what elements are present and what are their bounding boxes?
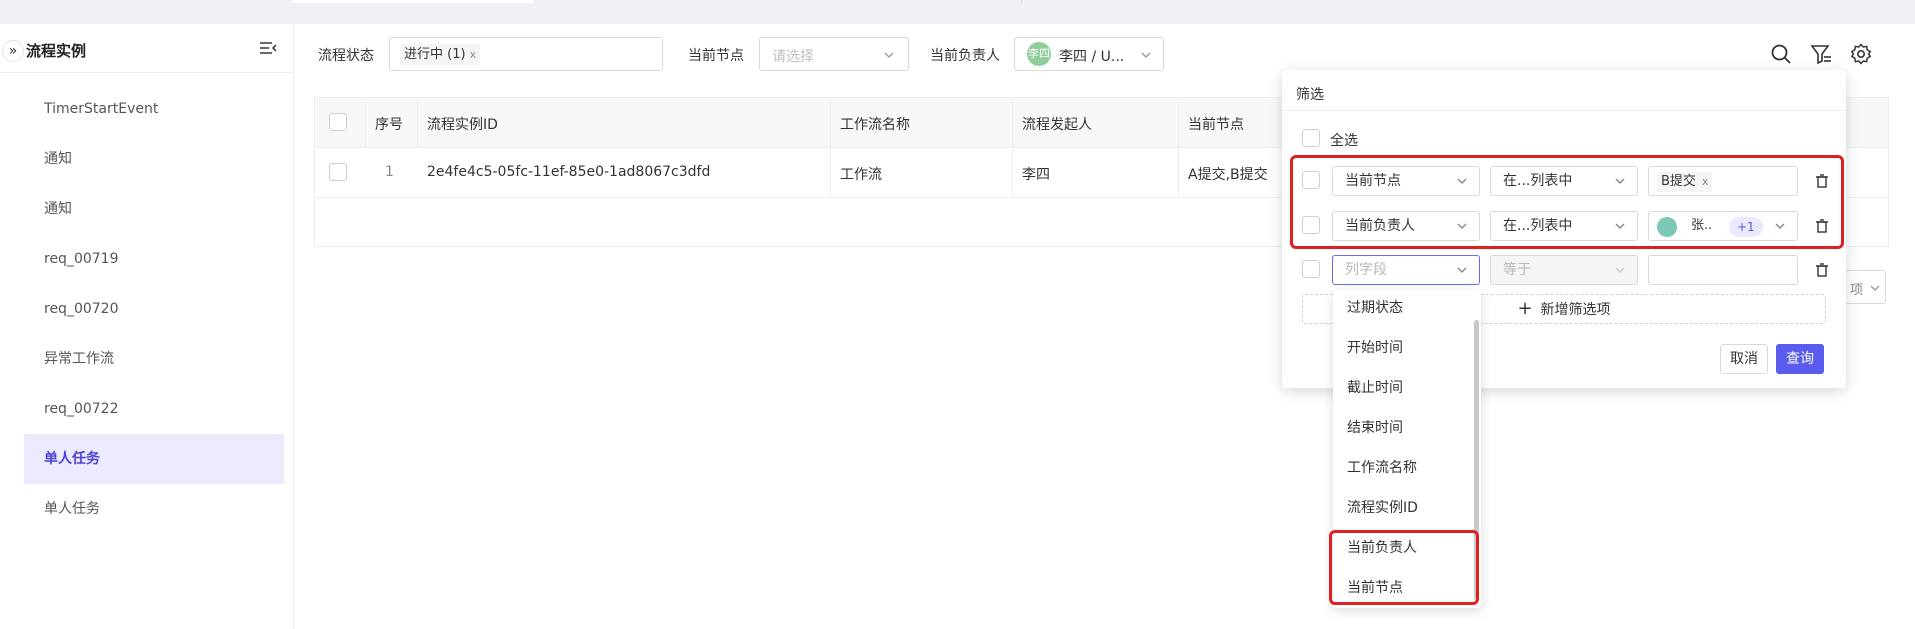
filter-operator-select: 等于	[1490, 255, 1638, 285]
select-all-label: 全选	[1330, 133, 1358, 149]
tab-divider	[1021, 0, 1022, 3]
status-tag: 进行中 (1) x	[400, 44, 481, 65]
column-header-current-node: 当前节点	[1188, 117, 1244, 133]
sidebar-item-timerstartevent[interactable]: TimerStartEvent	[24, 84, 284, 134]
chevron-down-icon	[884, 52, 894, 58]
row-checkbox[interactable]	[329, 163, 347, 181]
pagination-size-text: 项	[1850, 283, 1864, 298]
dropdown-option[interactable]: 工作流名称	[1347, 457, 1417, 477]
sidebar-item-notify-2[interactable]: 通知	[24, 184, 284, 234]
gear-icon[interactable]	[1849, 42, 1873, 66]
dropdown-option[interactable]: 流程实例ID	[1347, 497, 1418, 517]
trash-icon[interactable]	[1814, 262, 1830, 278]
collapse-menu-icon[interactable]	[258, 38, 278, 58]
column-divider	[417, 98, 418, 148]
dropdown-option[interactable]: 开始时间	[1347, 337, 1403, 357]
highlight-box-dropdown-options	[1329, 530, 1479, 605]
column-divider	[1178, 98, 1179, 148]
dropdown-option[interactable]: 过期状态	[1347, 297, 1403, 317]
highlight-box-filter-rows	[1290, 155, 1844, 249]
plus-icon: +	[1517, 298, 1533, 319]
cancel-button[interactable]: 取消	[1720, 344, 1768, 374]
owner-filter-label: 当前负责人	[930, 48, 1000, 64]
column-divider	[830, 98, 831, 148]
node-filter-label: 当前节点	[688, 48, 744, 64]
filter-field-select-open[interactable]: 列字段	[1332, 255, 1480, 285]
expand-chevron-icon[interactable]: »	[2, 40, 24, 62]
chevron-down-icon	[1615, 267, 1625, 273]
status-filter-label: 流程状态	[318, 48, 374, 64]
column-divider	[365, 98, 366, 148]
row-workflow-name: 工作流	[840, 167, 882, 183]
avatar: 李四	[1027, 42, 1051, 66]
owner-filter-value: 李四 / U...	[1059, 49, 1125, 65]
column-header-workflow-name: 工作流名称	[840, 117, 910, 133]
filter-operator-value: 等于	[1503, 262, 1531, 278]
column-header-initiator: 流程发起人	[1022, 117, 1092, 133]
dropdown-option[interactable]: 截止时间	[1347, 377, 1403, 397]
select-all-checkbox[interactable]	[329, 113, 347, 131]
filter-panel-title: 筛选	[1296, 87, 1324, 103]
column-divider	[1012, 148, 1013, 198]
filter-panel-divider	[1282, 110, 1846, 111]
sidebar-title: 流程实例	[26, 42, 87, 60]
sidebar-item-abnormal-workflow[interactable]: 异常工作流	[24, 334, 284, 384]
status-filter-select[interactable]: 进行中 (1) x	[389, 37, 663, 71]
column-header-index: 序号	[375, 117, 403, 133]
sidebar-item-single-task-active[interactable]: 单人任务	[24, 434, 284, 484]
sidebar-item-notify[interactable]: 通知	[24, 134, 284, 184]
row-initiator: 李四	[1022, 167, 1050, 183]
column-header-instance-id: 流程实例ID	[427, 117, 498, 133]
dropdown-option[interactable]: 结束时间	[1347, 417, 1403, 437]
pagination-size-select[interactable]: 项	[1846, 270, 1886, 304]
row-current-node: A提交,B提交	[1188, 167, 1268, 183]
add-filter-label: 新增筛选项	[1540, 302, 1611, 318]
sidebar-item-req-00720[interactable]: req_00720	[24, 284, 284, 334]
sidebar-divider	[0, 72, 294, 73]
column-divider	[830, 148, 831, 198]
search-icon[interactable]	[1769, 42, 1793, 66]
filter-settings-icon[interactable]	[1809, 42, 1833, 66]
sidebar-item-single-task[interactable]: 单人任务	[24, 484, 284, 534]
top-tab-strip	[0, 0, 1915, 24]
filter-value-input[interactable]	[1648, 255, 1798, 285]
owner-filter-select[interactable]: 李四 李四 / U...	[1014, 37, 1164, 71]
filter-row-checkbox[interactable]	[1302, 260, 1320, 278]
chevron-down-icon	[1141, 52, 1151, 58]
status-tag-text: 进行中 (1)	[404, 47, 466, 62]
active-tab-indicator	[293, 0, 533, 3]
node-filter-placeholder: 请选择	[772, 49, 814, 65]
row-instance-id[interactable]: 2e4fe4c5-05fc-11ef-85e0-1ad8067c3dfd	[427, 164, 710, 180]
node-filter-select[interactable]: 请选择	[759, 37, 909, 71]
tag-close-icon[interactable]: x	[470, 48, 477, 61]
query-button[interactable]: 查询	[1776, 344, 1824, 374]
sidebar-item-req-00722[interactable]: req_00722	[24, 384, 284, 434]
sidebar-item-req-00719[interactable]: req_00719	[24, 234, 284, 284]
sidebar: » 流程实例 TimerStartEvent 通知 通知 req_00719 r…	[0, 24, 294, 629]
filter-field-placeholder: 列字段	[1345, 262, 1387, 278]
column-divider	[1178, 148, 1179, 198]
column-divider	[1012, 98, 1013, 148]
row-index: 1	[385, 164, 394, 180]
select-all-filter-checkbox[interactable]	[1302, 129, 1320, 147]
chevron-down-icon	[1457, 267, 1467, 273]
chevron-down-icon	[1870, 285, 1880, 291]
